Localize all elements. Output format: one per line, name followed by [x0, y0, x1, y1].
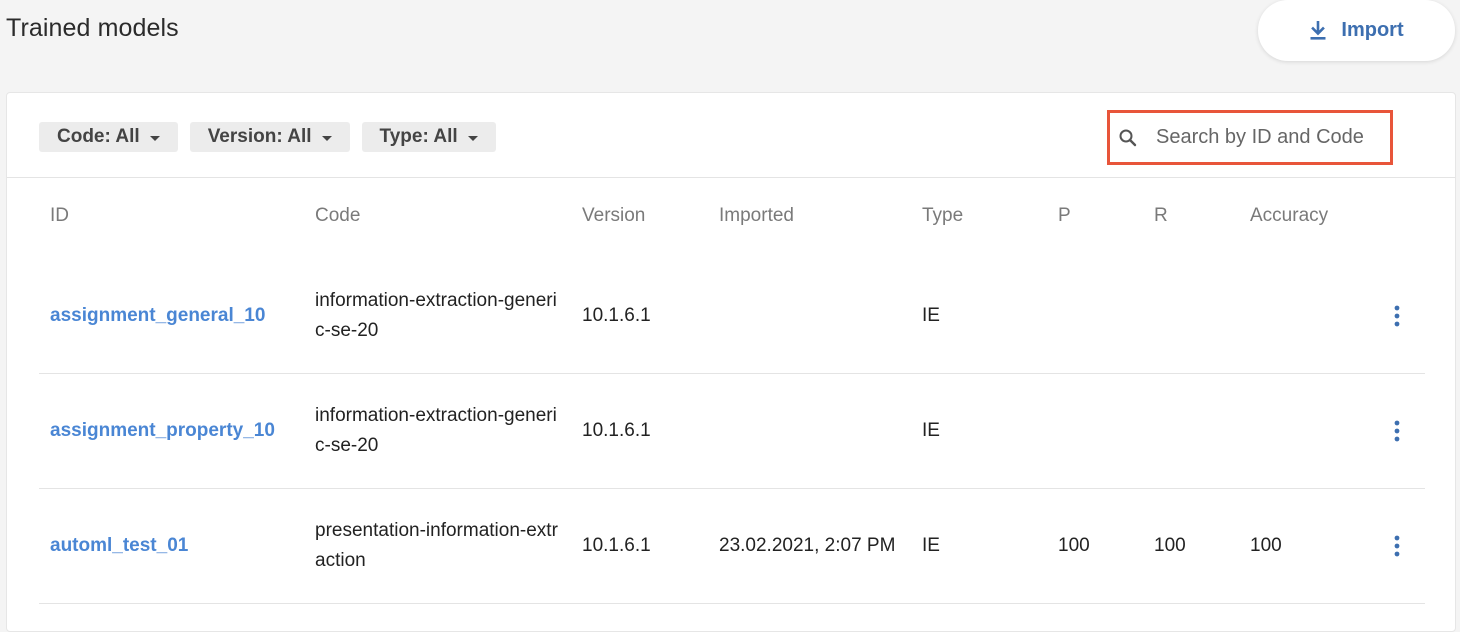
- model-accuracy: 100: [1250, 535, 1282, 556]
- table-header: ID Code Version Imported Type P R Accura…: [7, 205, 1455, 231]
- caret-down-icon: [467, 135, 478, 141]
- filter-bar: Code: All Version: All Type: All: [39, 122, 496, 152]
- column-header-type[interactable]: Type: [922, 205, 963, 227]
- filter-type-label: Type: All: [379, 126, 458, 147]
- caret-down-icon: [149, 135, 160, 141]
- caret-down-icon: [321, 135, 332, 141]
- model-version: 10.1.6.1: [582, 535, 651, 556]
- model-version: 10.1.6.1: [582, 420, 651, 441]
- model-type: IE: [922, 420, 940, 441]
- filter-version-dropdown[interactable]: Version: All: [189, 122, 350, 152]
- column-header-r[interactable]: R: [1154, 205, 1168, 227]
- model-code: presentation-information-extraction: [315, 520, 558, 571]
- model-id-link[interactable]: assignment_general_10: [50, 259, 265, 373]
- model-type: IE: [922, 535, 940, 556]
- table-row: automl_test_01 presentation-information-…: [39, 489, 1425, 604]
- column-header-code[interactable]: Code: [315, 205, 360, 227]
- filter-code-label: Code: All: [57, 126, 140, 147]
- search-input[interactable]: [1156, 126, 1386, 149]
- model-code: information-extraction-generic-se-20: [315, 405, 557, 456]
- models-card: Code: All Version: All Type: All ID Code…: [6, 92, 1456, 632]
- model-version: 10.1.6.1: [582, 305, 651, 326]
- column-header-id[interactable]: ID: [50, 205, 69, 227]
- search-icon: [1119, 129, 1137, 146]
- column-header-version[interactable]: Version: [582, 205, 645, 227]
- column-header-imported[interactable]: Imported: [719, 205, 794, 227]
- page-title: Trained models: [6, 14, 179, 42]
- import-button[interactable]: Import: [1258, 0, 1455, 61]
- divider: [7, 177, 1455, 178]
- filter-code-dropdown[interactable]: Code: All: [39, 122, 178, 152]
- model-p: 100: [1058, 535, 1090, 556]
- filter-version-label: Version: All: [207, 126, 312, 147]
- more-vertical-icon[interactable]: [1384, 489, 1410, 603]
- table-row: assignment_property_10 information-extra…: [39, 374, 1425, 489]
- column-header-accuracy[interactable]: Accuracy: [1250, 205, 1328, 227]
- model-r: 100: [1154, 535, 1186, 556]
- column-header-p[interactable]: P: [1058, 205, 1071, 227]
- download-icon: [1310, 20, 1326, 40]
- model-id-link[interactable]: assignment_property_10: [50, 374, 275, 488]
- filter-type-dropdown[interactable]: Type: All: [361, 122, 496, 152]
- search-box: [1107, 110, 1393, 165]
- import-button-label: Import: [1341, 19, 1404, 41]
- more-vertical-icon[interactable]: [1384, 374, 1410, 488]
- model-id-link[interactable]: automl_test_01: [50, 489, 188, 603]
- model-imported: 23.02.2021, 2:07 PM: [719, 535, 896, 556]
- more-vertical-icon[interactable]: [1384, 259, 1410, 373]
- model-type: IE: [922, 305, 940, 326]
- table-row: assignment_general_10 information-extrac…: [39, 259, 1425, 374]
- model-code: information-extraction-generic-se-20: [315, 290, 557, 341]
